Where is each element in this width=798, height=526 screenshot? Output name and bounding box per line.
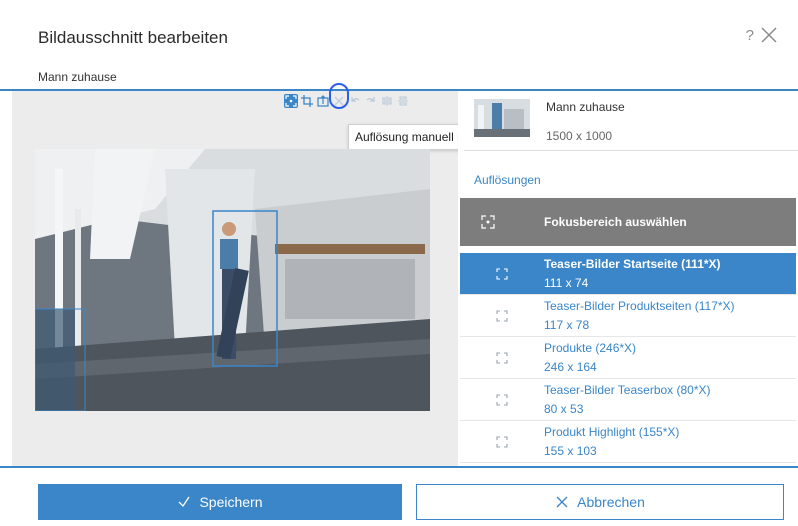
expand-corners-icon: [496, 393, 508, 406]
flip-vertical-button[interactable]: [380, 94, 394, 108]
expand-corners-icon: [496, 435, 508, 448]
flip-vertical-icon: [382, 96, 392, 106]
resolution-list: Teaser-Bilder Startseite (111*X) 111 x 7…: [460, 253, 796, 463]
checkmark-icon: [179, 496, 191, 508]
cancel-button-label: Abbrechen: [577, 494, 645, 510]
image-info-dimensions: 1500 x 1000: [546, 129, 613, 143]
undo-tool-button[interactable]: [348, 94, 362, 108]
flip-horizontal-icon: [398, 96, 408, 106]
crop-icon: [301, 95, 313, 107]
resolution-title: Teaser-Bilder Produktseiten (117*X): [544, 299, 735, 313]
upload-resolution-button[interactable]: [316, 94, 330, 108]
toolbar-highlight-ring: [329, 83, 349, 109]
resolution-item[interactable]: Produkte (246*X) 246 x 164: [460, 337, 796, 379]
upload-resolution-icon: [317, 95, 329, 107]
resolution-title: Teaser-Bilder Startseite (111*X): [544, 257, 721, 271]
resolution-item[interactable]: Teaser-Bilder Produktseiten (117*X) 117 …: [460, 295, 796, 337]
focus-tool-button[interactable]: [284, 94, 298, 108]
resolution-item[interactable]: Teaser-Bilder Teaserbox (80*X) 80 x 53: [460, 379, 796, 421]
focus-area-icon: [481, 215, 495, 229]
panel-divider: [464, 150, 798, 151]
expand-corners-icon: [496, 309, 508, 322]
resolutions-heading[interactable]: Auflösungen: [474, 173, 541, 187]
header-actions: ?: [746, 26, 778, 44]
resolution-size: 155 x 103: [544, 444, 597, 458]
expand-corners-icon: [496, 267, 508, 280]
redo-icon: [366, 97, 375, 102]
resolution-size: 246 x 164: [544, 360, 597, 374]
cancel-button[interactable]: Abbrechen: [416, 484, 784, 520]
expand-corners-icon: [496, 351, 508, 364]
select-focus-area-button[interactable]: Fokusbereich auswählen: [460, 198, 796, 246]
focus-button-label: Fokusbereich auswählen: [544, 215, 687, 229]
help-button[interactable]: ?: [746, 27, 754, 44]
focus-icon: [285, 95, 297, 107]
dialog-title: Bildausschnitt bearbeiten: [38, 28, 228, 47]
footer-divider: [0, 466, 798, 468]
undo-icon: [351, 97, 360, 102]
redo-tool-button[interactable]: [364, 94, 378, 108]
save-button-label: Speichern: [199, 494, 263, 510]
resolution-size: 80 x 53: [544, 402, 584, 416]
close-icon[interactable]: [760, 26, 778, 44]
save-button[interactable]: Speichern: [38, 484, 402, 520]
image-name-label: Mann zuhause: [38, 70, 117, 84]
photo-canvas[interactable]: [35, 149, 430, 411]
resolution-title: Produkt Highlight (155*X): [544, 425, 680, 439]
room-photo: [35, 149, 430, 411]
resolution-item[interactable]: Produkt Highlight (155*X) 155 x 103: [460, 421, 796, 463]
resolution-title: Teaser-Bilder Teaserbox (80*X): [544, 383, 711, 397]
crop-tool-button[interactable]: [300, 94, 314, 108]
resolution-title: Produkte (246*X): [544, 341, 637, 355]
resolution-item[interactable]: Teaser-Bilder Startseite (111*X) 111 x 7…: [460, 253, 796, 295]
image-thumbnail: [474, 99, 530, 137]
image-info-name: Mann zuhause: [546, 100, 625, 114]
resolution-size: 111 x 74: [544, 276, 589, 290]
flip-horizontal-button[interactable]: [396, 94, 410, 108]
resolution-size: 117 x 78: [544, 318, 590, 332]
close-icon: [556, 496, 568, 508]
